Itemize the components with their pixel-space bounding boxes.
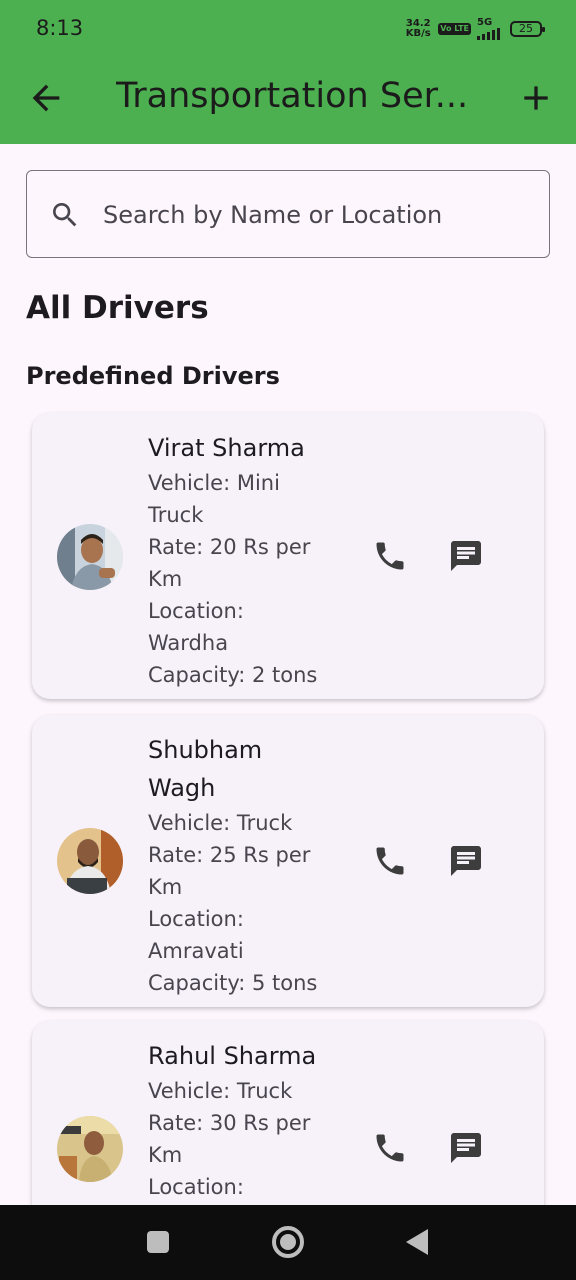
- driver-capacity: Capacity: 5 tons: [148, 971, 318, 995]
- driver-name-cont: Wagh: [148, 774, 216, 802]
- driver-rate-cont: Km: [148, 875, 183, 899]
- driver-capacity: Capacity: 2 tons: [148, 663, 318, 687]
- battery-icon: 25: [510, 21, 545, 37]
- driver-avatar: [57, 828, 123, 894]
- driver-vehicle: Vehicle: Truck: [148, 811, 293, 835]
- nav-back-icon[interactable]: [406, 1229, 428, 1255]
- add-icon[interactable]: [516, 78, 556, 118]
- app-bar: Transportation Ser...: [0, 60, 576, 144]
- driver-name: Virat Sharma: [148, 434, 305, 462]
- driver-rate-cont: Km: [148, 567, 183, 591]
- driver-location: Location:: [148, 1175, 244, 1199]
- phone-icon[interactable]: [372, 538, 408, 574]
- status-bar: 8:13 34.2 KB/s Vo LTE 5G 25: [0, 0, 576, 60]
- search-icon: [49, 199, 81, 231]
- system-nav-bar: [0, 1205, 576, 1280]
- driver-rate: Rate: 20 Rs per: [148, 535, 311, 559]
- driver-details: Shubham Wagh Vehicle: Truck Rate: 25 Rs …: [148, 731, 348, 999]
- driver-details: Virat Sharma Vehicle: Mini Truck Rate: 2…: [148, 429, 348, 691]
- driver-details: Rahul Sharma Vehicle: Truck Rate: 30 Rs …: [148, 1037, 348, 1203]
- driver-name: Rahul Sharma: [148, 1042, 317, 1070]
- message-icon[interactable]: [448, 1130, 484, 1166]
- driver-avatar: [57, 524, 123, 590]
- phone-icon[interactable]: [372, 1130, 408, 1166]
- driver-rate: Rate: 25 Rs per: [148, 843, 311, 867]
- network-speed: 34.2 KB/s: [405, 18, 431, 39]
- driver-card[interactable]: Shubham Wagh Vehicle: Truck Rate: 25 Rs …: [32, 715, 544, 1007]
- all-drivers-heading: All Drivers: [26, 290, 209, 326]
- phone-icon[interactable]: [372, 843, 408, 879]
- driver-location: Location:: [148, 907, 244, 931]
- predefined-drivers-heading: Predefined Drivers: [26, 362, 280, 390]
- recents-icon[interactable]: [147, 1231, 169, 1253]
- driver-location: Location:: [148, 599, 244, 623]
- driver-vehicle: Vehicle: Truck: [148, 1079, 293, 1103]
- search-input[interactable]: [103, 193, 523, 237]
- home-icon[interactable]: [272, 1226, 304, 1258]
- message-icon[interactable]: [448, 538, 484, 574]
- page-title: Transportation Ser...: [116, 76, 466, 116]
- driver-card[interactable]: Virat Sharma Vehicle: Mini Truck Rate: 2…: [32, 413, 544, 699]
- driver-vehicle-cont: Truck: [148, 503, 204, 527]
- driver-name: Shubham: [148, 736, 263, 764]
- driver-location-value: Wardha: [148, 631, 229, 655]
- search-field[interactable]: [26, 170, 550, 258]
- signal-icon: 5G: [477, 18, 500, 40]
- message-icon[interactable]: [448, 843, 484, 879]
- status-icons: 34.2 KB/s Vo LTE 5G 25: [404, 18, 545, 40]
- arrow-back-icon[interactable]: [26, 78, 66, 118]
- driver-rate: Rate: 30 Rs per: [148, 1111, 311, 1135]
- volte-badge: Vo LTE: [438, 23, 471, 35]
- driver-avatar: [57, 1116, 123, 1182]
- driver-location-value: Amravati: [148, 939, 244, 963]
- driver-rate-cont: Km: [148, 1143, 183, 1167]
- driver-vehicle: Vehicle: Mini: [148, 471, 280, 495]
- status-time: 8:13: [36, 16, 84, 40]
